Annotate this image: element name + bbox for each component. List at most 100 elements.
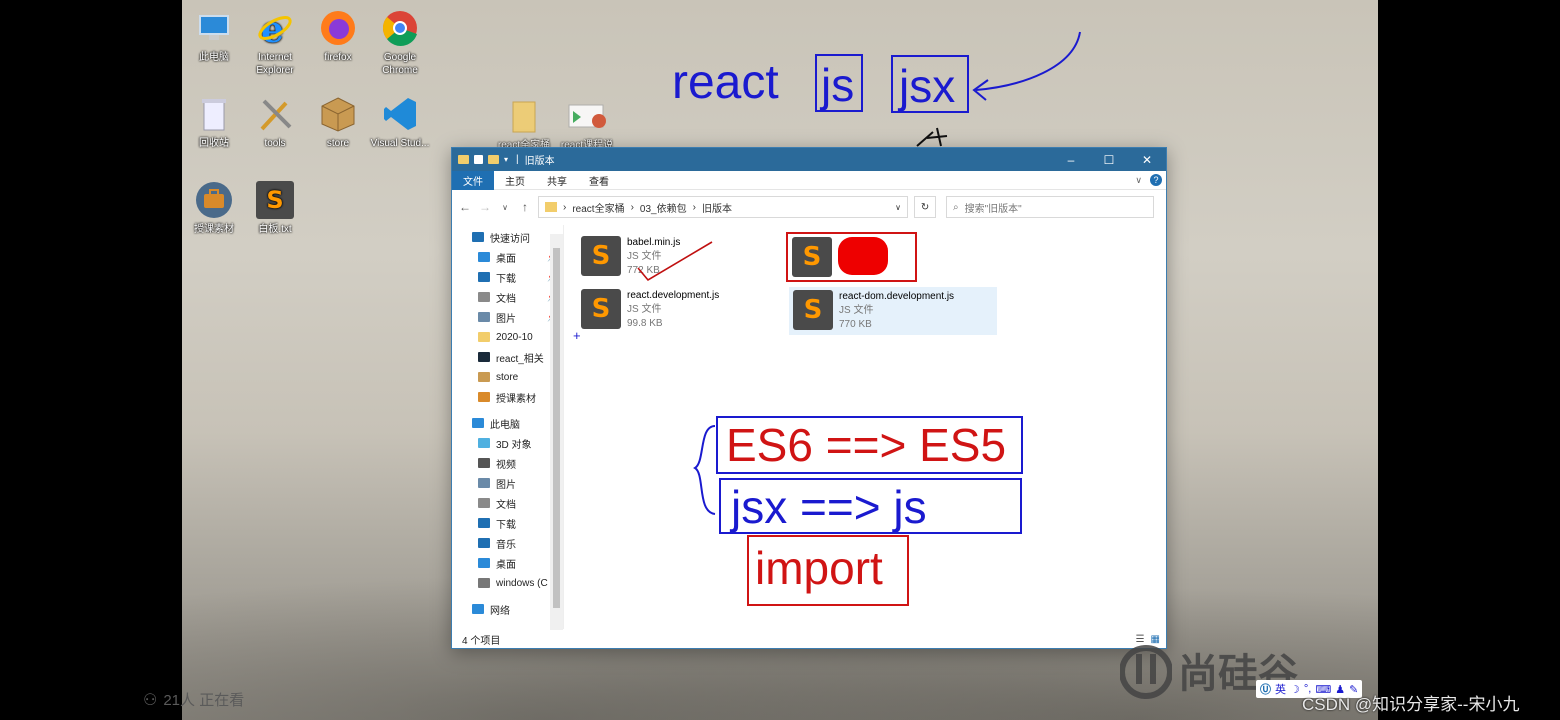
- sidebar-item[interactable]: 图片📌: [452, 307, 563, 327]
- sidebar-item[interactable]: windows (C: [452, 573, 563, 593]
- tab-view[interactable]: 查看: [578, 171, 620, 190]
- chevron-down-icon[interactable]: ▾: [504, 155, 508, 164]
- sidebar-item[interactable]: 快速访问: [452, 227, 563, 247]
- refresh-button[interactable]: ↻: [914, 196, 936, 218]
- sidebar-item[interactable]: 此电脑: [452, 413, 563, 433]
- sidebar-item[interactable]: 网络: [452, 599, 563, 619]
- address-bar-row: ← → ∨ ↑ › react全家桶 › 03_依赖包 › 旧版本 ∨ ↻ ⌕ …: [452, 190, 1166, 224]
- annotation-jsx-box: jsx: [891, 55, 969, 113]
- recent-dropdown-icon[interactable]: ∨: [498, 203, 512, 212]
- annotation-jsx: jsx: [899, 60, 956, 112]
- new-folder-icon[interactable]: [488, 155, 499, 164]
- briefcase-icon: [194, 180, 234, 220]
- ribbon-expand-icon[interactable]: ∨: [1135, 175, 1142, 186]
- desktop-icon-vscode[interactable]: Visual Stud...: [368, 94, 432, 150]
- document-icon: [478, 498, 490, 508]
- title-bar[interactable]: ▾ | 旧版本 – ☐ ✕: [452, 148, 1166, 171]
- csdn-credit: CSDN @知识分享家--宋小九: [1302, 695, 1520, 714]
- desktop-icon-store[interactable]: store: [306, 94, 370, 150]
- desktop-icon-tools[interactable]: tools: [243, 94, 307, 150]
- file-item-selected[interactable]: S react-dom.development.js JS 文件 770 KB: [789, 287, 997, 335]
- sidebar-item[interactable]: 授课素材: [452, 387, 563, 407]
- annotation-brace: [693, 425, 716, 515]
- address-box[interactable]: › react全家桶 › 03_依赖包 › 旧版本 ∨: [538, 196, 908, 218]
- navigation-scrollbar[interactable]: [550, 234, 563, 630]
- sidebar-item[interactable]: store: [452, 367, 563, 387]
- sidebar-item[interactable]: 图片: [452, 473, 563, 493]
- chevron-down-icon[interactable]: ∨: [895, 203, 901, 212]
- sidebar-item[interactable]: 音乐: [452, 533, 563, 553]
- firefox-icon: [318, 8, 358, 48]
- scrollbar-thumb[interactable]: [553, 248, 560, 608]
- desktop-icon-recycle[interactable]: 回收站: [182, 94, 246, 150]
- back-arrow-icon[interactable]: ←: [458, 200, 472, 214]
- desktop-icon-chrome[interactable]: Google Chrome: [368, 8, 432, 77]
- refresh-icon: ↻: [920, 201, 930, 213]
- breadcrumb-item[interactable]: 03_依赖包: [640, 200, 687, 215]
- sublime-icon: S: [581, 289, 621, 329]
- breadcrumb-item[interactable]: react全家桶: [572, 200, 624, 215]
- desktop-icon-whiteboard[interactable]: S 白板.txt: [243, 180, 307, 236]
- video-icon: [478, 458, 490, 468]
- sidebar-item[interactable]: 3D 对象: [452, 433, 563, 453]
- recycle-bin-icon: [194, 94, 234, 134]
- picture-icon: [478, 478, 490, 488]
- desktop-icon-materials[interactable]: 授课素材: [182, 180, 246, 236]
- desktop-icon-pc[interactable]: 此电脑: [182, 8, 246, 64]
- download-icon: [478, 518, 490, 528]
- ime-language[interactable]: 英: [1275, 681, 1286, 697]
- sublime-icon: S: [793, 290, 833, 330]
- folder-icon: [504, 96, 544, 136]
- sidebar-item-label: store: [496, 371, 519, 383]
- file-item-redacted[interactable]: S: [786, 232, 917, 282]
- drive-icon: [478, 578, 490, 588]
- redaction-mark: [838, 237, 888, 275]
- sidebar-item[interactable]: 文档: [452, 493, 563, 513]
- annotation-check-mark: [637, 241, 713, 282]
- file-type: JS 文件: [839, 305, 874, 316]
- desktop-icon-label: Internet Explorer: [256, 52, 294, 76]
- file-name: react.development.js: [627, 290, 720, 301]
- sidebar-item[interactable]: 下载📌: [452, 267, 563, 287]
- sidebar-item[interactable]: 桌面: [452, 553, 563, 573]
- annotation-es: ES6 ==> ES5: [726, 419, 1007, 471]
- sidebar-item[interactable]: 2020-10: [452, 327, 563, 347]
- search-placeholder: 搜索"旧版本": [964, 203, 1022, 215]
- sidebar-item[interactable]: 文档📌: [452, 287, 563, 307]
- sidebar-item[interactable]: react_相关: [452, 347, 563, 367]
- desktop-icon-ppt[interactable]: react课程说: [555, 96, 619, 152]
- tab-file[interactable]: 文件: [452, 170, 494, 190]
- chrome-icon: [380, 8, 420, 48]
- desktop-icon-react-folder[interactable]: react全家桶: [492, 96, 556, 152]
- breadcrumb-item[interactable]: 旧版本: [702, 200, 732, 215]
- close-button[interactable]: ✕: [1128, 148, 1166, 171]
- sidebar-item-label: react_相关: [496, 353, 544, 365]
- sidebar-item-label: 2020-10: [496, 331, 533, 343]
- sidebar-item-label: 视频: [496, 459, 516, 471]
- pc-icon: [194, 8, 234, 48]
- tab-home[interactable]: 主页: [494, 171, 536, 190]
- desktop-icon-label: 回收站: [199, 138, 229, 149]
- maximize-button[interactable]: ☐: [1090, 148, 1128, 171]
- help-icon[interactable]: ?: [1150, 174, 1162, 186]
- moon-icon[interactable]: ☽: [1290, 683, 1300, 696]
- tools-icon: [255, 94, 295, 134]
- forward-arrow-icon[interactable]: →: [478, 200, 492, 214]
- sidebar-item[interactable]: 下载: [452, 513, 563, 533]
- sidebar-item[interactable]: 桌面📌: [452, 247, 563, 267]
- desktop-icon-label: tools: [264, 138, 286, 149]
- minimize-button[interactable]: –: [1052, 148, 1090, 171]
- tab-share[interactable]: 共享: [536, 171, 578, 190]
- search-box[interactable]: ⌕ 搜索"旧版本": [946, 196, 1154, 218]
- properties-icon[interactable]: [474, 155, 483, 164]
- ppt-icon: [567, 96, 607, 136]
- sublime-icon: S: [255, 180, 295, 220]
- file-item[interactable]: S react.development.js JS 文件 99.8 KB: [581, 289, 719, 331]
- sidebar-item[interactable]: 视频: [452, 453, 563, 473]
- desktop-icon-firefox[interactable]: firefox: [306, 8, 370, 64]
- folder-icon: [545, 202, 557, 212]
- annotation-js: js: [821, 59, 855, 111]
- annotation-es-box: ES6 ==> ES5: [716, 416, 1023, 474]
- up-arrow-icon[interactable]: ↑: [518, 200, 532, 214]
- desktop-icon-ie[interactable]: e Internet Explorer: [243, 8, 307, 77]
